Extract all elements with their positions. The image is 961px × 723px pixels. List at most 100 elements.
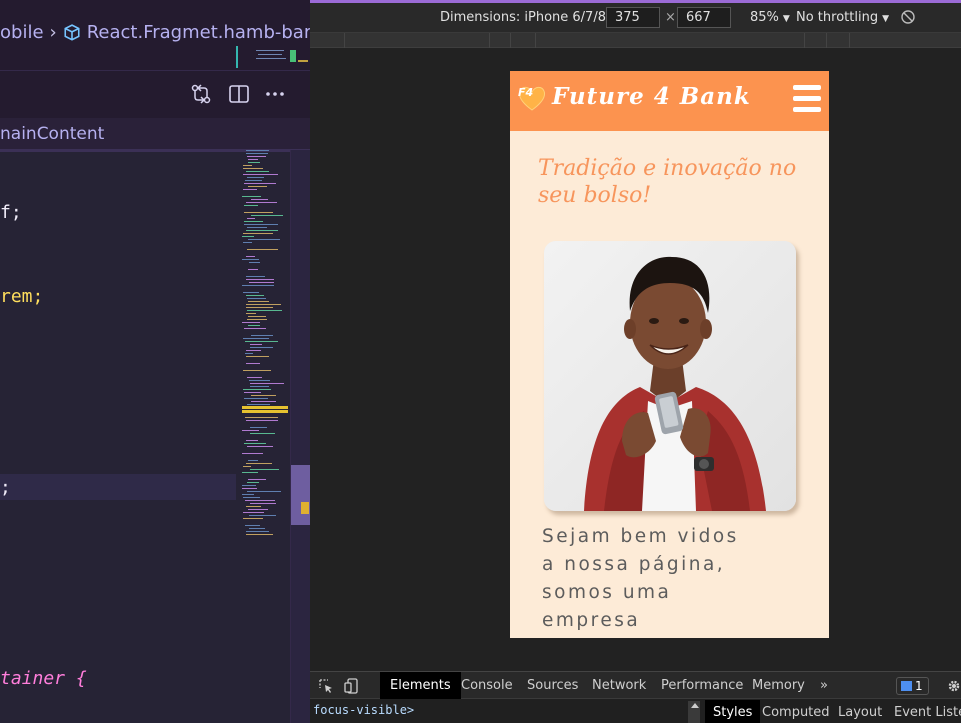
editor-sticky-scroll: nainContent (0, 118, 310, 152)
minimap-line (248, 460, 258, 461)
hero-tagline: Tradição e inovação no seu bolso! (538, 156, 797, 208)
current-line-highlight (0, 474, 236, 500)
device-select[interactable]: Dimensions: iPhone 6/7/8▼ (440, 10, 617, 25)
minimap-line (247, 491, 281, 492)
minimap-line (248, 186, 267, 187)
compare-changes-icon[interactable] (190, 83, 212, 105)
issues-badge[interactable]: 1 (896, 677, 929, 695)
throttling-select[interactable]: No throttling ▼ (796, 10, 889, 25)
minimap-line (243, 338, 269, 339)
more-tabs-icon[interactable]: » (810, 672, 838, 699)
minimap-line (243, 174, 278, 175)
devtools-tabbar: Elements Console Sources Network Performance… (310, 671, 961, 699)
minimap-line (246, 256, 255, 257)
code-area[interactable]: f; rem; ; tainer { (0, 152, 236, 723)
minimap[interactable] (238, 150, 290, 550)
minimap-line (245, 180, 262, 181)
minimap-line (246, 202, 277, 203)
minimap-line (246, 356, 269, 357)
minimap-line (249, 380, 270, 381)
minimap-line (246, 150, 269, 151)
minimap-line (246, 153, 268, 154)
rotate-icon[interactable] (900, 9, 916, 25)
minimap-line (243, 518, 263, 519)
brand-name[interactable]: Future 4 Bank (552, 83, 751, 110)
minimap-line (242, 453, 263, 454)
minimap-line (248, 239, 280, 240)
gear-icon[interactable] (946, 678, 961, 694)
tab-elements[interactable]: Elements (380, 672, 461, 699)
minimap-line (247, 377, 262, 378)
minimap-line (246, 307, 273, 308)
breadcrumb-item-folder[interactable]: obile (0, 22, 44, 43)
style-tab-layout[interactable]: Layout (830, 700, 890, 723)
minimap-line (248, 316, 266, 317)
minimap-line (243, 242, 252, 243)
tab-sources[interactable]: Sources (517, 672, 588, 699)
minimap-highlight (242, 410, 288, 413)
code-editor: obile › React.Fragmet.hamb-bars nainCont… (0, 0, 310, 723)
device-toolbar: Dimensions: iPhone 6/7/8▼ 375 × 667 85%▼… (310, 3, 961, 33)
minimap-line (251, 395, 276, 396)
minimap-line (243, 512, 264, 513)
minimap-line (250, 433, 275, 434)
minimap-line (245, 417, 278, 418)
media-query-ruler[interactable] (310, 33, 961, 48)
throttling-label: No throttling (796, 10, 879, 25)
inspect-element-icon[interactable] (318, 678, 334, 694)
times-icon: × (665, 10, 676, 25)
minimap-line (243, 233, 273, 234)
minimap-line (246, 313, 256, 314)
minimap-line (247, 482, 259, 483)
style-tab-computed[interactable]: Computed (754, 700, 838, 723)
minimap-line (246, 506, 261, 507)
style-tab-styles[interactable]: Styles (705, 700, 761, 723)
minimap-line (249, 282, 274, 283)
editor-scrollbar[interactable] (290, 150, 310, 723)
minimap-line (246, 171, 269, 172)
minimap-line (243, 389, 271, 390)
scroll-up-icon[interactable] (691, 703, 699, 708)
minimap-line (242, 322, 260, 323)
scrollbar-thumb[interactable] (291, 465, 310, 525)
editor-toolbar (0, 70, 310, 118)
minimap-line (248, 509, 268, 510)
minimap-line (246, 463, 272, 464)
tab-memory[interactable]: Memory (742, 672, 815, 699)
sticky-scroll-label[interactable]: nainContent (0, 124, 104, 144)
welcome-text: Sejam bem vidos a nossa página, somos um… (542, 526, 739, 631)
minimap-line (247, 404, 270, 405)
minimap-line (249, 528, 265, 529)
minimap-line (251, 335, 273, 336)
zoom-label: 85% (750, 10, 779, 25)
minimap-line (244, 224, 278, 225)
minimap-line (248, 325, 260, 326)
issues-count: 1 (915, 679, 923, 693)
zoom-select[interactable]: 85% ▼ (750, 10, 790, 25)
minimap-highlight (242, 406, 288, 409)
tab-console[interactable]: Console (451, 672, 523, 699)
tab-performance[interactable]: Performance (651, 672, 753, 699)
minimap-line (242, 259, 259, 260)
split-editor-icon[interactable] (228, 83, 250, 105)
device-toggle-icon[interactable] (344, 678, 360, 694)
logo-text: F4 (518, 86, 534, 99)
viewport-height-input[interactable]: 667 (677, 7, 731, 28)
device-select-label: Dimensions: iPhone 6/7/8 (440, 10, 606, 25)
breadcrumb-item-symbol[interactable]: React.Fragmet.hamb-bars (87, 22, 310, 43)
minimap-line (243, 165, 252, 166)
minimap-line (246, 363, 260, 364)
minimap-line (244, 443, 266, 444)
caret-down-icon: ▼ (882, 14, 889, 24)
minimap-line (242, 285, 274, 286)
viewport-width-input[interactable]: 375 (606, 7, 660, 28)
tab-network[interactable]: Network (582, 672, 656, 699)
chevron-right-icon: › (49, 22, 57, 43)
hamburger-menu-icon[interactable] (793, 85, 821, 113)
minimap-line (246, 440, 258, 441)
minimap-line (245, 353, 253, 354)
cube-icon (64, 23, 80, 41)
more-actions-icon[interactable] (264, 83, 286, 105)
style-tab-event-listene[interactable]: Event Listene (886, 700, 961, 723)
dom-breadcrumb[interactable]: focus-visible> (313, 703, 414, 717)
